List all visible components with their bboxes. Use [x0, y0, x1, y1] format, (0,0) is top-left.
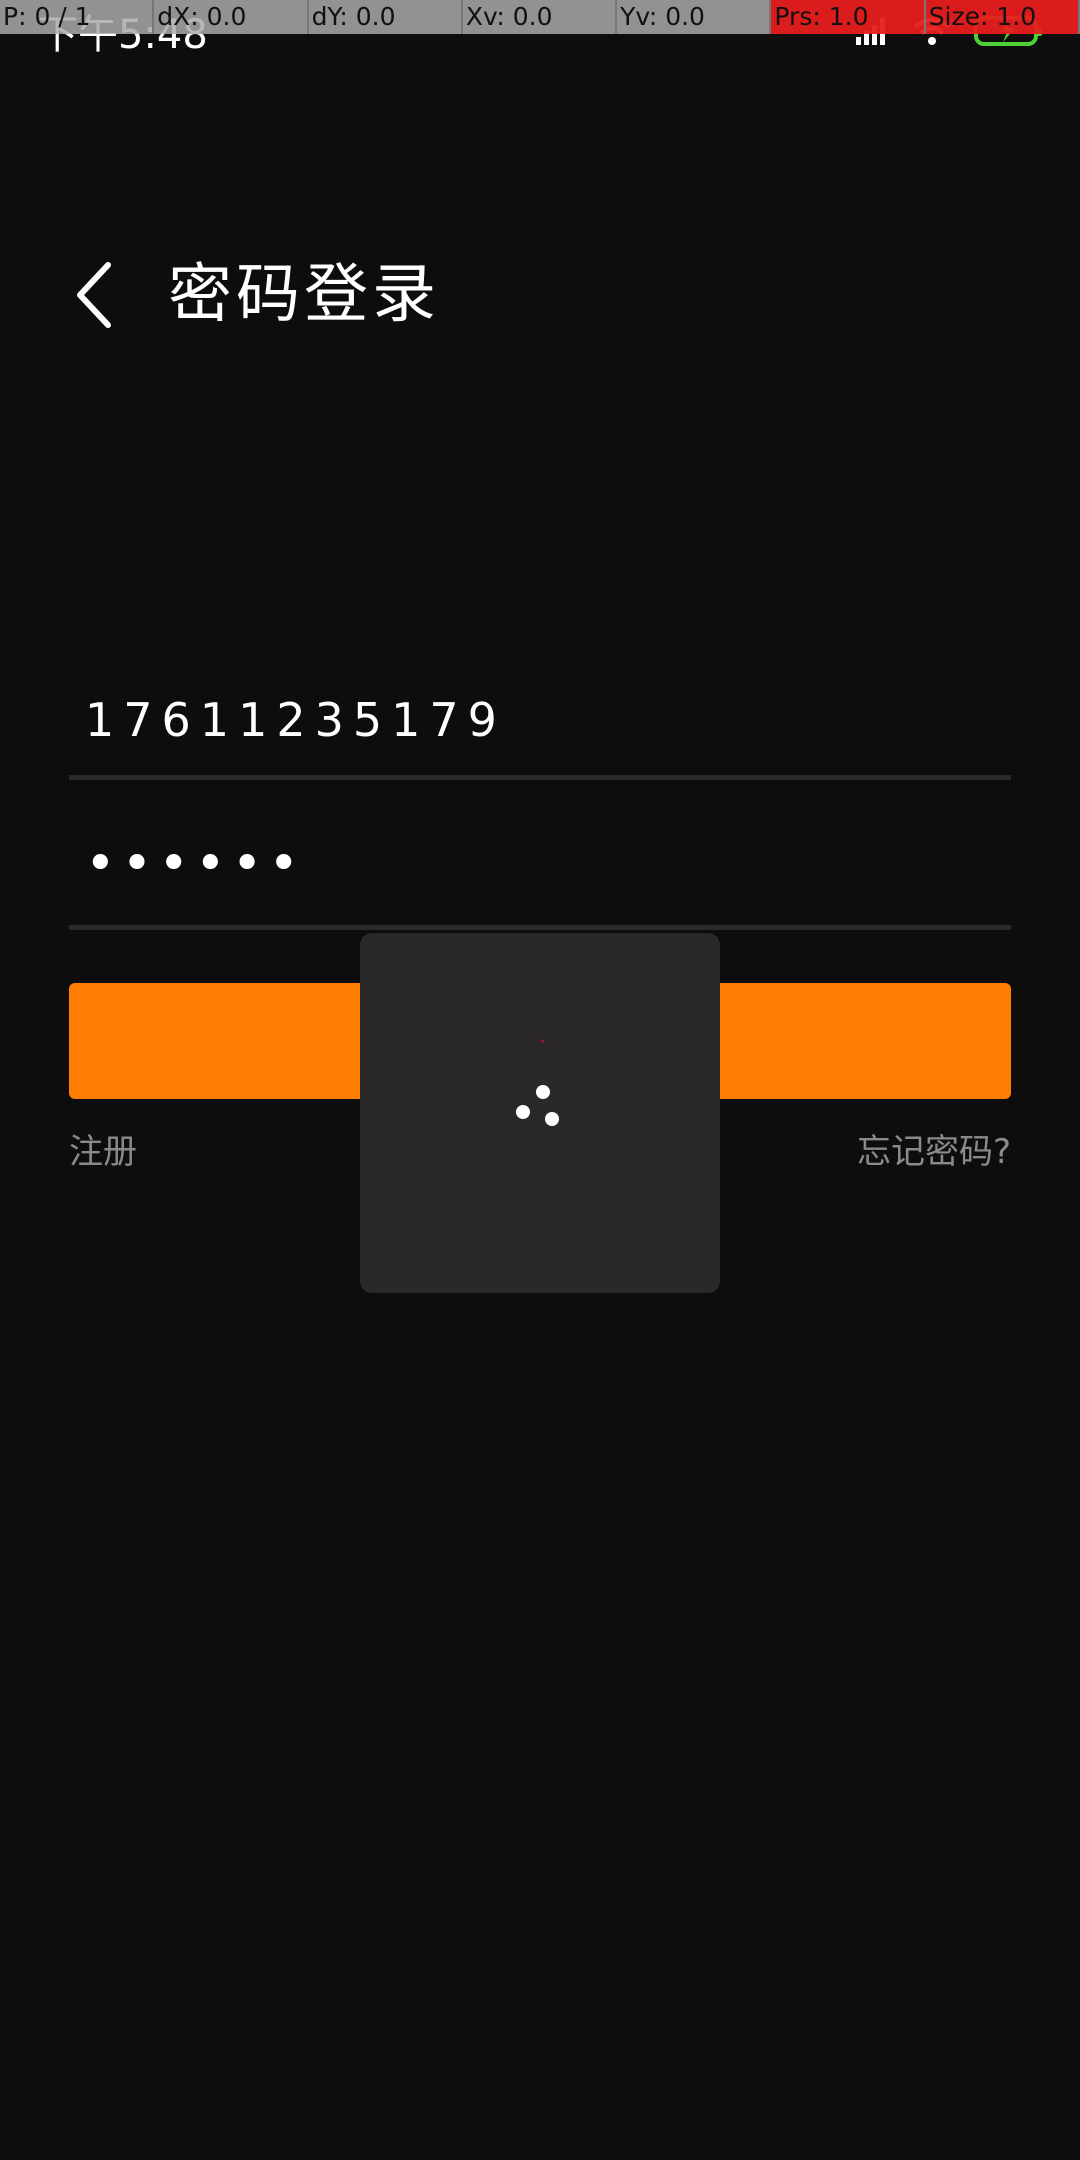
page-title: 密码登录 — [168, 258, 440, 332]
debug-yv: Yv: 0.0 — [617, 0, 772, 34]
password-field[interactable]: •••••• — [69, 830, 1011, 930]
debug-dy: dY: 0.0 — [308, 0, 463, 34]
phone-field[interactable]: 17611235179 — [69, 680, 1011, 780]
debug-pressure: Prs: 1.0 — [771, 0, 926, 34]
debug-xv: Xv: 0.0 — [462, 0, 618, 34]
login-screen: 下午5:48 P: 0 / 1 dX: 0.0 dY: 0.0 Xv: 0.0 … — [0, 0, 1080, 2160]
debug-pointer-count: P: 0 / 1 — [0, 0, 155, 34]
back-button[interactable] — [66, 255, 126, 335]
register-link[interactable]: 注册 — [69, 1126, 137, 1178]
password-input-value: •••••• — [85, 834, 306, 894]
chevron-left-icon — [66, 262, 126, 339]
pointer-location-overlay: P: 0 / 1 dX: 0.0 dY: 0.0 Xv: 0.0 Yv: 0.0… — [0, 0, 1080, 34]
phone-input-value: 17611235179 — [85, 693, 506, 747]
debug-dx: dX: 0.0 — [154, 0, 309, 34]
loading-dialog — [360, 933, 720, 1293]
forgot-password-link[interactable]: 忘记密码? — [857, 1126, 1011, 1178]
debug-size: Size: 1.0 — [925, 0, 1080, 34]
